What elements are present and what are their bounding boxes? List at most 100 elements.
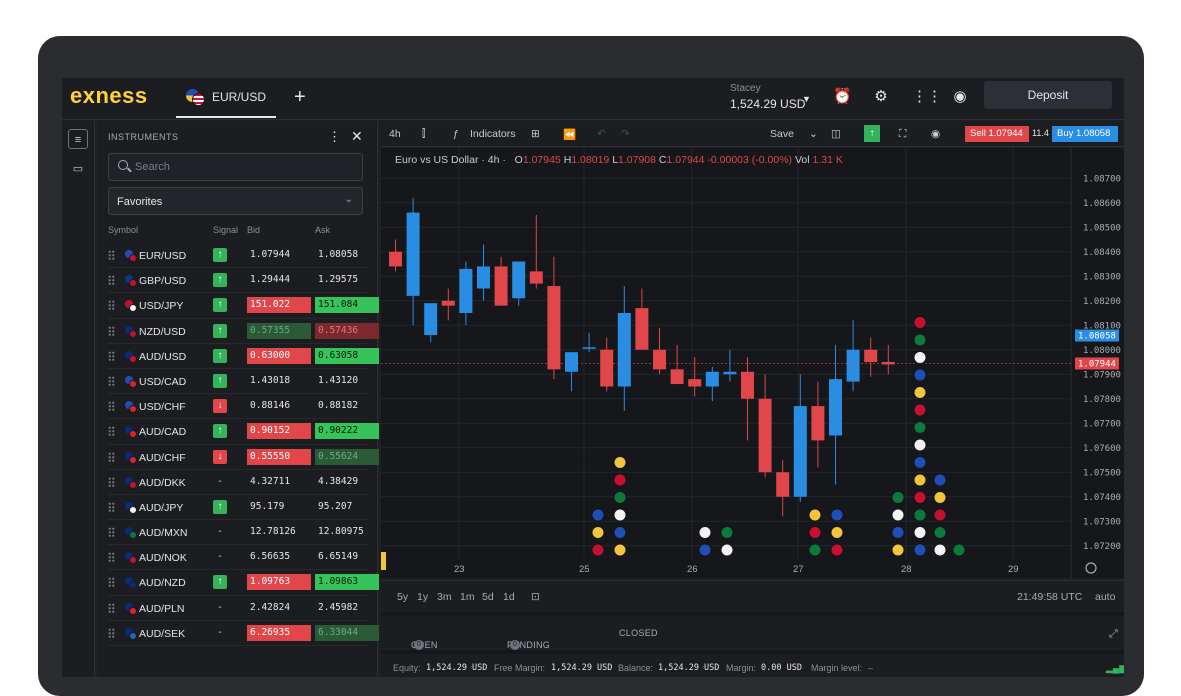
eye-icon[interactable]: ◉	[931, 128, 940, 140]
ask-price[interactable]: 4.38429	[315, 474, 379, 490]
search-input[interactable]: Search	[108, 153, 363, 181]
ask-price[interactable]: 1.09863	[315, 574, 379, 591]
add-tab-button[interactable]: +	[294, 86, 306, 109]
camera-icon[interactable]: ◫	[831, 128, 841, 140]
scale-auto-button[interactable]: auto	[1095, 591, 1115, 603]
ask-price[interactable]: 6.65149	[315, 549, 379, 565]
instrument-row[interactable]: AUD/SEK - 6.26935 6.33044	[108, 621, 379, 646]
calendar-goto-icon[interactable]: ⊡	[531, 591, 540, 603]
ask-price[interactable]: 0.63058	[315, 347, 379, 364]
ask-price[interactable]: 0.55624	[315, 448, 379, 465]
drag-handle-icon[interactable]	[108, 602, 115, 613]
replay-icon[interactable]: ⏪	[563, 128, 576, 141]
tab-closed[interactable]: CLOSED	[619, 628, 658, 638]
bid-price[interactable]: 0.63000	[247, 347, 311, 364]
instrument-row[interactable]: AUD/MXN -12.78126 12.80975	[108, 520, 368, 546]
expand-icon[interactable]: ⤢	[1109, 628, 1118, 641]
ask-price[interactable]: 6.33044	[315, 624, 379, 641]
range-1d[interactable]: 1d	[503, 591, 515, 603]
arrow-up-icon[interactable]: ↑	[864, 125, 880, 142]
ask-price[interactable]: 12.80975	[315, 524, 379, 540]
bid-price[interactable]: 1.29444	[247, 272, 311, 288]
account-circle-icon[interactable]: ◉	[951, 88, 969, 106]
bid-price[interactable]: 0.88146	[247, 398, 311, 414]
chevron-down-icon[interactable]: ▼	[802, 94, 811, 104]
instrument-row[interactable]: AUD/JPY ↑ 95.179 95.207	[108, 495, 368, 521]
price-chart[interactable]: 1.08700 1.08600 1.08500 1.08400 1.08300 1.082…	[381, 148, 1124, 578]
bid-price[interactable]: 0.55550	[247, 448, 311, 465]
alarm-clock-icon[interactable]: ⏰	[833, 88, 852, 106]
favorites-dropdown[interactable]: Favorites ⌄	[108, 187, 363, 215]
ask-price[interactable]: 0.90222	[315, 423, 379, 440]
bid-price[interactable]: 151.022	[247, 297, 311, 314]
ask-price[interactable]: 95.207	[315, 499, 379, 515]
close-icon[interactable]: ✕	[351, 128, 363, 145]
instrument-row[interactable]: AUD/PLN -2.42824 2.45982	[108, 596, 368, 621]
ask-price[interactable]: 151.084	[315, 297, 379, 314]
sell-button[interactable]: Sell 1.07944	[965, 126, 1029, 142]
instrument-row[interactable]: AUD/USD ↑ 0.63000 0.63058	[108, 344, 379, 369]
bid-price[interactable]: 0.57355	[247, 322, 311, 339]
tab-eur-usd[interactable]: EUR/USD	[176, 78, 276, 118]
instrument-row[interactable]: EUR/USD ↑ 1.07944 1.08058	[108, 243, 368, 269]
instruments-list-icon[interactable]: ≡	[68, 129, 88, 149]
redo-icon[interactable]: ↷	[621, 128, 630, 140]
bid-price[interactable]: 6.56635	[247, 549, 311, 565]
ask-price[interactable]: 1.08058	[315, 247, 379, 263]
instrument-row[interactable]: AUD/NOK -6.56635 6.65149	[108, 545, 368, 571]
layout-grid-icon[interactable]: ⊞	[531, 128, 540, 140]
bid-price[interactable]: 4.32711	[247, 474, 311, 490]
drag-handle-icon[interactable]	[108, 577, 115, 588]
drag-handle-icon[interactable]	[108, 401, 115, 412]
range-5y[interactable]: 5y	[397, 591, 408, 603]
gear-icon[interactable]: ⚙	[872, 88, 890, 106]
candle-type-icon[interactable]: ⫿	[422, 128, 425, 141]
drag-handle-icon[interactable]	[108, 300, 115, 311]
instrument-row[interactable]: GBP/USD ↑ 1.29444 1.29575	[108, 268, 368, 294]
instrument-row[interactable]: AUD/DKK -4.32711 4.38429	[108, 470, 368, 495]
instrument-row[interactable]: USD/CHF ↓ 0.88146 0.88182	[108, 394, 368, 420]
drag-handle-icon[interactable]	[108, 426, 115, 437]
candlestick-chart[interactable]: 1.08700 1.08600 1.08500 1.08400 1.08300 1.082…	[381, 148, 1124, 578]
range-1m[interactable]: 1m	[460, 591, 475, 603]
instrument-row[interactable]: AUD/NZD ↑ 1.09763 1.09863	[108, 570, 379, 596]
bid-price[interactable]: 2.42824	[247, 600, 311, 616]
drag-handle-icon[interactable]	[108, 275, 115, 286]
indicators-icon[interactable]: ƒ	[453, 128, 459, 140]
chevron-down-icon[interactable]: ⌄	[809, 128, 818, 140]
calendar-icon[interactable]: ▭	[68, 159, 88, 179]
drag-handle-icon[interactable]	[108, 527, 115, 538]
drag-handle-icon[interactable]	[108, 451, 115, 462]
drag-handle-icon[interactable]	[108, 325, 115, 336]
ask-price[interactable]: 2.45982	[315, 600, 379, 616]
instrument-row[interactable]: USD/CAD ↑ 1.43018 1.43120	[108, 369, 368, 395]
instrument-row[interactable]: AUD/CHF ↓ 0.55550 0.55624	[108, 445, 379, 470]
instrument-row[interactable]: USD/JPY ↑ 151.022 151.084	[108, 293, 379, 319]
drag-handle-icon[interactable]	[108, 375, 115, 386]
bid-price[interactable]: 95.179	[247, 499, 311, 515]
drag-handle-icon[interactable]	[108, 350, 115, 361]
bid-price[interactable]: 1.43018	[247, 373, 311, 389]
bid-price[interactable]: 1.07944	[247, 247, 311, 263]
instrument-row[interactable]: NZD/USD ↑ 0.57355 0.57436	[108, 319, 379, 344]
drag-handle-icon[interactable]	[108, 250, 115, 260]
drag-handle-icon[interactable]	[108, 476, 115, 487]
ask-price[interactable]: 1.43120	[315, 373, 379, 389]
bid-price[interactable]: 12.78126	[247, 524, 311, 540]
drag-handle-icon[interactable]	[108, 627, 115, 638]
range-3m[interactable]: 3m	[437, 591, 452, 603]
range-5d[interactable]: 5d	[482, 591, 494, 603]
buy-button[interactable]: Buy 1.08058	[1052, 126, 1118, 142]
fullscreen-icon[interactable]: ⛶	[899, 128, 906, 141]
apps-grid-icon[interactable]: ⋮⋮	[912, 88, 942, 106]
drag-handle-icon[interactable]	[108, 501, 115, 512]
range-1y[interactable]: 1y	[417, 591, 428, 603]
ask-price[interactable]: 0.57436	[315, 322, 379, 339]
indicators-button[interactable]: Indicators	[470, 128, 516, 140]
drag-handle-icon[interactable]	[108, 552, 115, 563]
bid-price[interactable]: 1.09763	[247, 574, 311, 591]
undo-icon[interactable]: ↶	[597, 128, 606, 140]
ask-price[interactable]: 0.88182	[315, 398, 379, 414]
more-vert-icon[interactable]: ⋮	[328, 129, 341, 145]
account-selector[interactable]: Stacey 1,524.29 USD	[730, 83, 805, 111]
